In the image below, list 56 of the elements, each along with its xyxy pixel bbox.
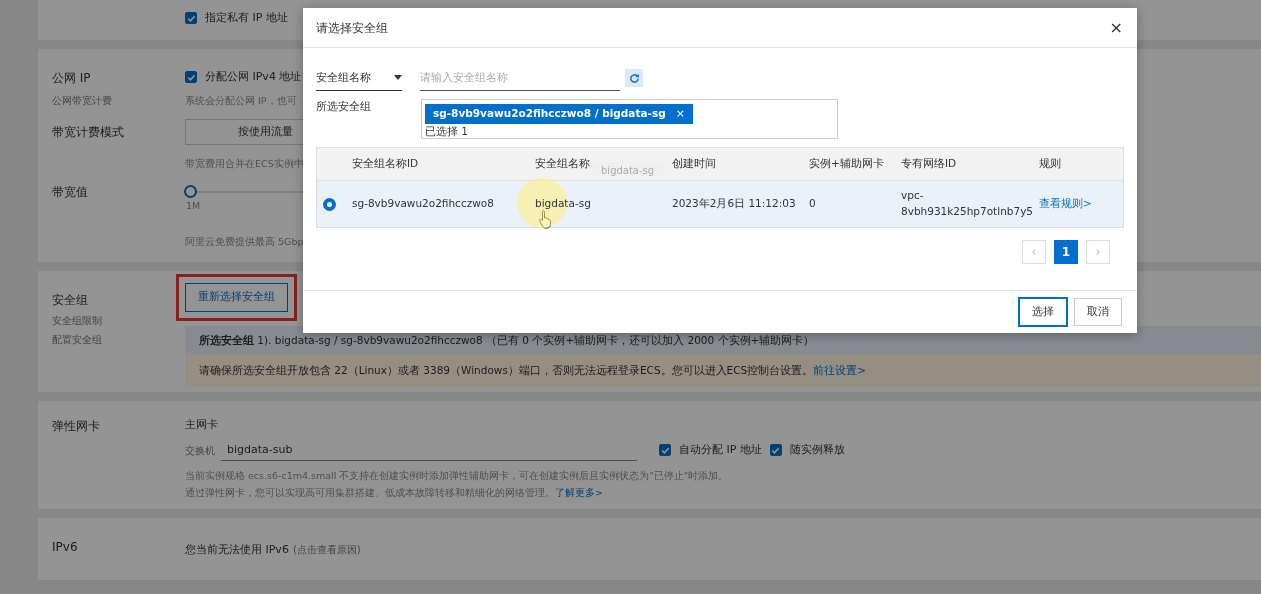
section-title: 安全组 — [52, 292, 89, 309]
field-label: 主网卡 — [185, 417, 219, 433]
refresh-button[interactable] — [625, 69, 643, 88]
refresh-icon — [628, 72, 640, 84]
status-text: 您当前无法使用 IPv6 — [185, 543, 289, 556]
section-title: 弹性网卡 — [52, 418, 101, 435]
table-cell-text: vpc- 8vbh931k25hp7otlnb7y5 — [901, 188, 1035, 219]
column-header: 安全组名称ID — [352, 156, 419, 169]
selected-tag: sg-8vb9vawu2o2fihcczwo8 / bigdata-sg × — [425, 103, 693, 124]
learn-more-link[interactable]: 了解更多> — [555, 487, 603, 499]
page-button[interactable]: 1 — [1054, 239, 1078, 264]
hand-cursor-icon — [538, 209, 554, 229]
reason-link[interactable]: (点击查看原因) — [292, 544, 361, 555]
table-cell-text: bigdata-sg — [535, 195, 592, 211]
remove-button[interactable]: × — [675, 108, 685, 120]
column-header: 专有网络ID — [901, 156, 957, 169]
rule-link[interactable]: 查看规则> — [1039, 196, 1092, 209]
column-header: 创建时间 — [672, 156, 716, 169]
checkbox-label: 分配公网 IPv4 地址 — [205, 69, 302, 85]
table-cell-text: sg-8vb9vawu2o2fihcczwo8 — [352, 195, 495, 211]
slider-value: 1M — [186, 199, 201, 213]
radio-button[interactable] — [323, 197, 336, 211]
checkbox-label: 自动分配 IP 地址 — [679, 442, 762, 458]
side-link[interactable]: 安全组限制 — [52, 313, 185, 328]
cancel-button[interactable]: 取消 — [1074, 297, 1122, 327]
side-link[interactable]: 配置安全组 — [52, 332, 185, 347]
checkbox-label: 随实例释放 — [789, 442, 845, 458]
selected-count: 已选择 1 — [425, 123, 470, 139]
close-button[interactable]: × — [1109, 19, 1123, 36]
table-cell-text: 2023年2月6日 11:12:03 — [672, 195, 797, 211]
reselect-button[interactable]: 重新选择安全组 — [185, 283, 288, 312]
slider-thumb[interactable] — [184, 185, 197, 198]
table-cell-text: 0 — [809, 195, 817, 211]
select-button[interactable]: 选择 — [1018, 296, 1068, 328]
checkbox[interactable] — [769, 444, 782, 457]
column-header: 规则 — [1039, 156, 1061, 169]
section-title: IPv6 — [52, 539, 79, 556]
field-label: 所选安全组 — [316, 98, 372, 114]
settings-link[interactable]: 前往设置> — [813, 364, 866, 377]
switch-field[interactable]: bigdata-sub — [221, 439, 637, 461]
field-label: 带宽值 — [52, 184, 89, 201]
field-label: 带宽计费模式 — [52, 124, 125, 141]
warning-text: 请确保所选安全组开放包含 22（Linux）或者 3389（Windows）端口，否则无法远程登录ECS。您可以进入ECS控制台设置。 — [199, 364, 814, 377]
caret-icon — [394, 75, 402, 81]
checkbox[interactable] — [659, 444, 671, 457]
checkbox[interactable] — [185, 71, 197, 84]
section-subtitle: 公网带宽计费 — [52, 94, 113, 108]
filter-select[interactable]: 安全组名称 — [316, 66, 402, 91]
field-label: 交换机 — [185, 443, 215, 458]
section-title: 公网 IP — [52, 70, 92, 87]
hint-text: 带宽费用合并在ECS实例中 — [185, 157, 304, 171]
checkbox-label: 指定私有 IP 地址 — [205, 10, 288, 26]
checkbox[interactable] — [185, 12, 197, 25]
column-header: 实例+辅助网卡 — [809, 156, 884, 169]
column-header: 安全组名称 — [535, 156, 590, 169]
dialog-title: 请选择安全组 — [316, 19, 388, 37]
